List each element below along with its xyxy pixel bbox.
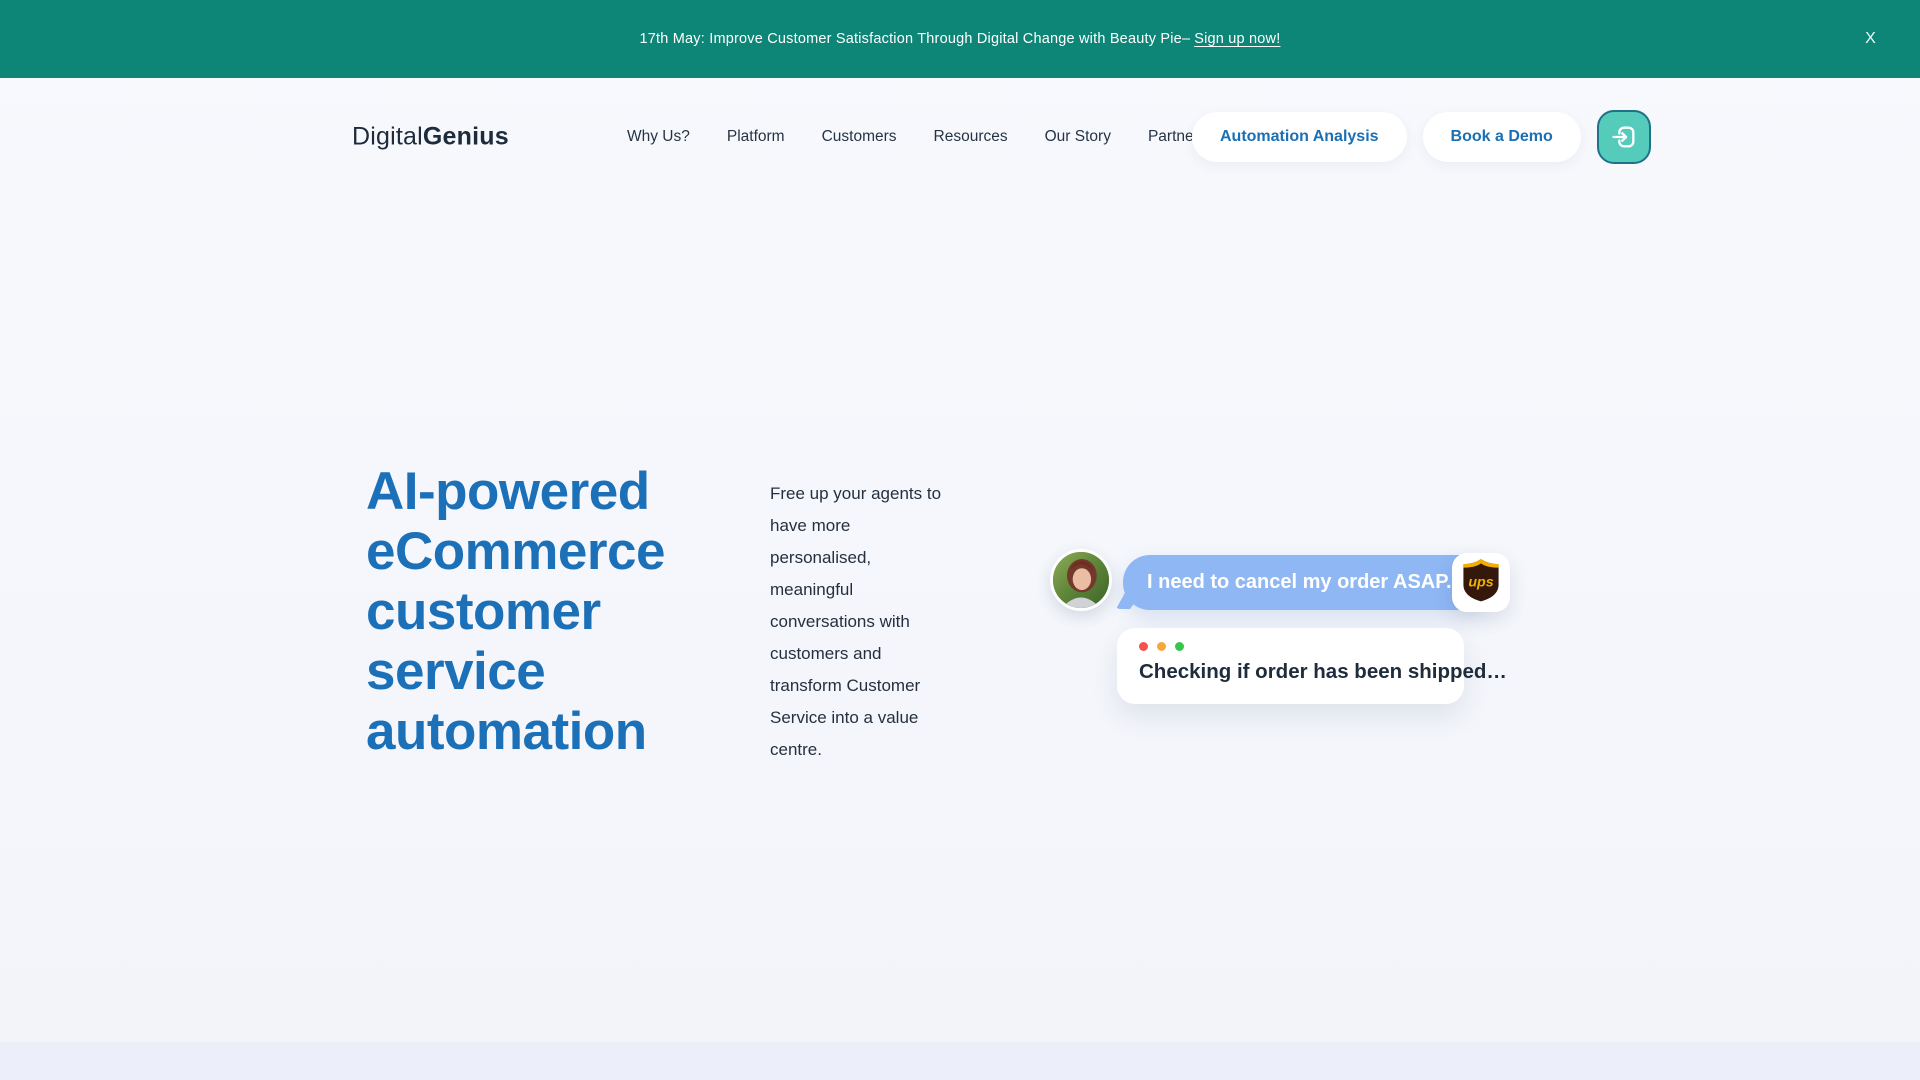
heading-line: AI-powered bbox=[366, 462, 665, 522]
green-dot bbox=[1175, 642, 1184, 651]
automation-analysis-button[interactable]: Automation Analysis bbox=[1192, 112, 1407, 162]
nav-item-platform[interactable]: Platform bbox=[727, 128, 785, 146]
book-a-demo-button[interactable]: Book a Demo bbox=[1423, 112, 1581, 162]
agent-status-text: Checking if order has been shipped… bbox=[1139, 660, 1444, 684]
hero-paragraph: Free up your agents to have more persona… bbox=[770, 478, 945, 766]
window-dots bbox=[1139, 642, 1444, 651]
heading-line: eCommerce bbox=[366, 522, 665, 582]
next-section-edge bbox=[0, 1042, 1920, 1080]
svg-text:ups: ups bbox=[1468, 575, 1493, 591]
announcement-text: 17th May: Improve Customer Satisfaction … bbox=[640, 31, 1191, 47]
orange-dot bbox=[1157, 642, 1166, 651]
announcement-banner: 17th May: Improve Customer Satisfaction … bbox=[0, 0, 1920, 78]
header-actions: Automation Analysis Book a Demo bbox=[1192, 110, 1651, 164]
heading-line: automation bbox=[366, 702, 665, 762]
ups-logo-icon: ups bbox=[1462, 558, 1500, 607]
page-title: AI-powered eCommerce customer service au… bbox=[366, 462, 665, 762]
logo-digital: Digital bbox=[352, 123, 423, 151]
main-nav: Why Us? Platform Customers Resources Our… bbox=[627, 128, 1207, 146]
logo[interactable]: DigitalGenius bbox=[352, 123, 509, 152]
login-button[interactable] bbox=[1597, 110, 1651, 164]
heading-line: customer bbox=[366, 582, 665, 642]
nav-item-our-story[interactable]: Our Story bbox=[1045, 128, 1111, 146]
nav-item-resources[interactable]: Resources bbox=[934, 128, 1008, 146]
customer-message-bubble: I need to cancel my order ASAP... bbox=[1123, 555, 1487, 610]
nav-item-customers[interactable]: Customers bbox=[822, 128, 897, 146]
signup-link[interactable]: Sign up now! bbox=[1194, 31, 1280, 47]
logo-genius: Genius bbox=[423, 123, 509, 151]
header: DigitalGenius Why Us? Platform Customers… bbox=[0, 78, 1920, 196]
login-icon bbox=[1610, 123, 1638, 151]
customer-message-text: I need to cancel my order ASAP... bbox=[1147, 571, 1463, 594]
ups-logo-card: ups bbox=[1452, 553, 1510, 612]
nav-item-why-us[interactable]: Why Us? bbox=[627, 128, 690, 146]
agent-status-card: Checking if order has been shipped… bbox=[1117, 628, 1464, 704]
customer-avatar bbox=[1050, 549, 1112, 611]
red-dot bbox=[1139, 642, 1148, 651]
close-icon[interactable]: X bbox=[1859, 25, 1882, 53]
heading-line: service bbox=[366, 642, 665, 702]
